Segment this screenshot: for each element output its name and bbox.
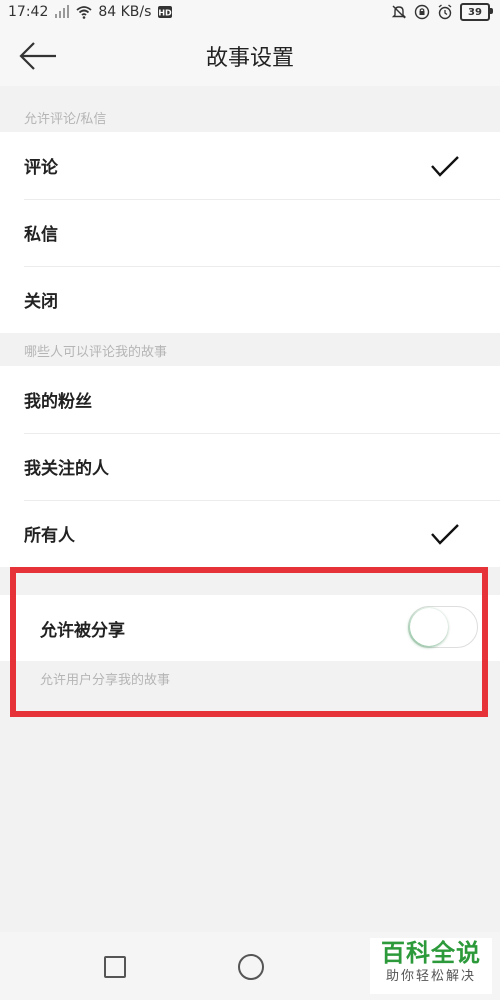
commenter-option-group: 我的粉丝 我关注的人 所有人 [0, 366, 500, 567]
home-button[interactable] [238, 954, 264, 980]
option-label: 关闭 [24, 292, 58, 312]
wifi-icon [76, 6, 92, 19]
page-title: 故事设置 [205, 46, 294, 71]
option-label: 我的粉丝 [24, 392, 92, 412]
battery-level: 39 [468, 6, 482, 18]
watermark-logo: 百科全说 助你轻松解决 [370, 938, 492, 994]
checkmark-icon [431, 156, 459, 177]
signal-icon [55, 5, 70, 18]
option-label: 私信 [24, 225, 58, 245]
toggle-knob [410, 608, 448, 646]
option-label: 所有人 [24, 526, 75, 546]
alarm-icon [438, 4, 452, 20]
option-people-i-follow[interactable]: 我关注的人 [0, 433, 500, 500]
status-bar: 17:42 84 KB/s HD 39 [0, 0, 500, 26]
allow-share-row: 允许被分享 [0, 595, 500, 661]
option-label: 评论 [24, 158, 58, 178]
svg-text:HD: HD [159, 9, 173, 18]
allow-share-hint: 允许用户分享我的故事 [40, 673, 171, 688]
option-my-fans[interactable]: 我的粉丝 [0, 366, 500, 433]
bell-off-icon [391, 5, 407, 19]
option-close[interactable]: 关闭 [0, 266, 500, 333]
option-everyone[interactable]: 所有人 [0, 500, 500, 567]
battery-icon: 39 [460, 3, 493, 21]
network-speed: 84 KB/s [98, 4, 152, 20]
watermark-subtitle: 助你轻松解决 [385, 969, 476, 984]
watermark-title: 百科全说 [381, 939, 481, 967]
checkmark-icon [431, 524, 459, 545]
allow-share-toggle[interactable] [408, 606, 478, 648]
section-header-who-can-comment: 哪些人可以评论我的故事 [24, 345, 168, 360]
recent-apps-button[interactable] [104, 956, 126, 978]
option-comment[interactable]: 评论 [0, 132, 500, 199]
status-left: 17:42 84 KB/s HD [8, 4, 173, 20]
comment-option-group: 评论 私信 关闭 [0, 132, 500, 333]
status-right: 39 [391, 3, 493, 21]
lock-rotation-icon [414, 4, 430, 20]
allow-share-label: 允许被分享 [40, 620, 125, 641]
nav-bar: 故事设置 [0, 26, 500, 86]
hd-icon: HD [158, 6, 173, 18]
option-private-message[interactable]: 私信 [0, 199, 500, 266]
status-time: 17:42 [8, 4, 49, 20]
option-label: 我关注的人 [24, 459, 109, 479]
section-header-comment-dm: 允许评论/私信 [24, 112, 107, 127]
